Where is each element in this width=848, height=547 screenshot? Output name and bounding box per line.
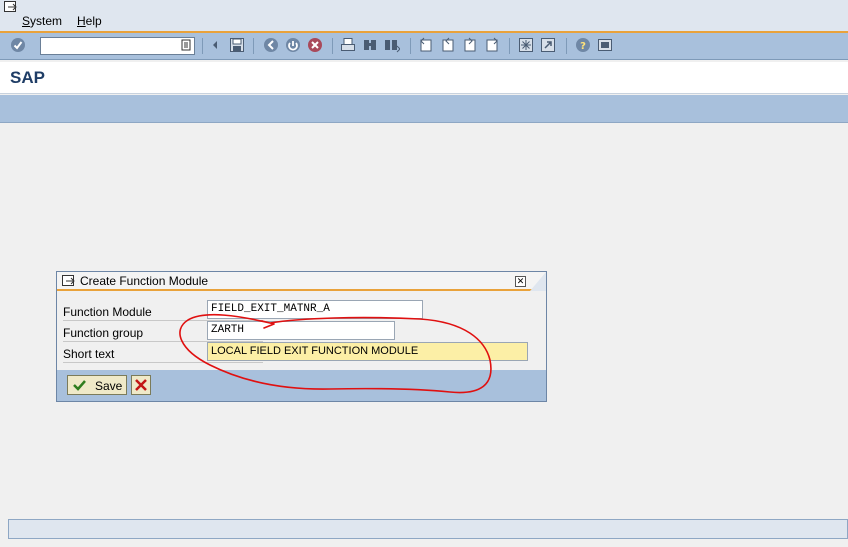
- standard-toolbar: ?: [0, 33, 848, 60]
- menu-label: ystem: [30, 14, 63, 28]
- create-shortcut-icon[interactable]: [540, 37, 556, 53]
- enter-icon[interactable]: [10, 37, 26, 53]
- create-function-module-dialog: Create Function Module ✕ Function Module…: [56, 271, 547, 402]
- next-page-icon[interactable]: [462, 37, 478, 53]
- exit-icon[interactable]: [285, 37, 301, 53]
- title-bar: SAP: [0, 62, 848, 94]
- command-history-icon[interactable]: [180, 38, 193, 53]
- create-session-icon[interactable]: [518, 37, 534, 53]
- save-button-label: Save: [95, 379, 123, 393]
- short-text-field[interactable]: LOCAL FIELD EXIT FUNCTION MODULE: [207, 342, 528, 361]
- toolbar-separator: [509, 38, 510, 54]
- menu-mnemonic: S: [22, 14, 31, 28]
- dialog-corner: [530, 272, 546, 291]
- find-next-icon[interactable]: [384, 37, 400, 53]
- back-icon[interactable]: [263, 37, 279, 53]
- menu-mnemonic: H: [77, 14, 86, 28]
- page-title: SAP: [10, 68, 45, 87]
- cancel-x-icon: [135, 379, 147, 391]
- svg-text:?: ?: [580, 41, 586, 52]
- last-page-icon[interactable]: [484, 37, 500, 53]
- dialog-title: Create Function Module: [80, 274, 209, 288]
- toolbar-separator: [332, 38, 333, 54]
- function-group-field[interactable]: ZARTH: [207, 321, 395, 340]
- print-icon[interactable]: [340, 37, 356, 53]
- command-field[interactable]: [40, 37, 195, 55]
- save-icon[interactable]: [229, 37, 245, 53]
- menu-bar: System Help: [0, 0, 848, 33]
- status-bar: [8, 519, 848, 539]
- cancel-button[interactable]: [131, 375, 151, 395]
- menu-item-help[interactable]: Help: [77, 14, 102, 28]
- app-menu-icon[interactable]: [4, 1, 18, 13]
- previous-page-icon[interactable]: [440, 37, 456, 53]
- toolbar-separator: [253, 38, 254, 54]
- first-page-icon[interactable]: [418, 37, 434, 53]
- save-button[interactable]: Save: [67, 375, 127, 395]
- toolbar-separator: [566, 38, 567, 54]
- menu-item-system[interactable]: System: [22, 14, 62, 28]
- customize-layout-icon[interactable]: [597, 37, 613, 53]
- function-module-field[interactable]: FIELD_EXIT_MATNR_A: [207, 300, 423, 319]
- expand-arrow-icon[interactable]: [207, 37, 223, 53]
- dialog-menu-icon[interactable]: [62, 275, 76, 287]
- application-toolbar: [0, 95, 848, 123]
- toolbar-separator: [410, 38, 411, 54]
- dialog-button-bar: Save: [57, 370, 546, 401]
- find-icon[interactable]: [362, 37, 378, 53]
- toolbar-separator: [202, 38, 203, 54]
- menu-label: elp: [85, 14, 102, 28]
- cancel-icon[interactable]: [307, 37, 323, 53]
- dialog-header: Create Function Module ✕: [57, 272, 546, 291]
- help-icon[interactable]: ?: [575, 37, 591, 53]
- checkmark-icon: [73, 380, 86, 391]
- close-icon[interactable]: ✕: [515, 276, 526, 287]
